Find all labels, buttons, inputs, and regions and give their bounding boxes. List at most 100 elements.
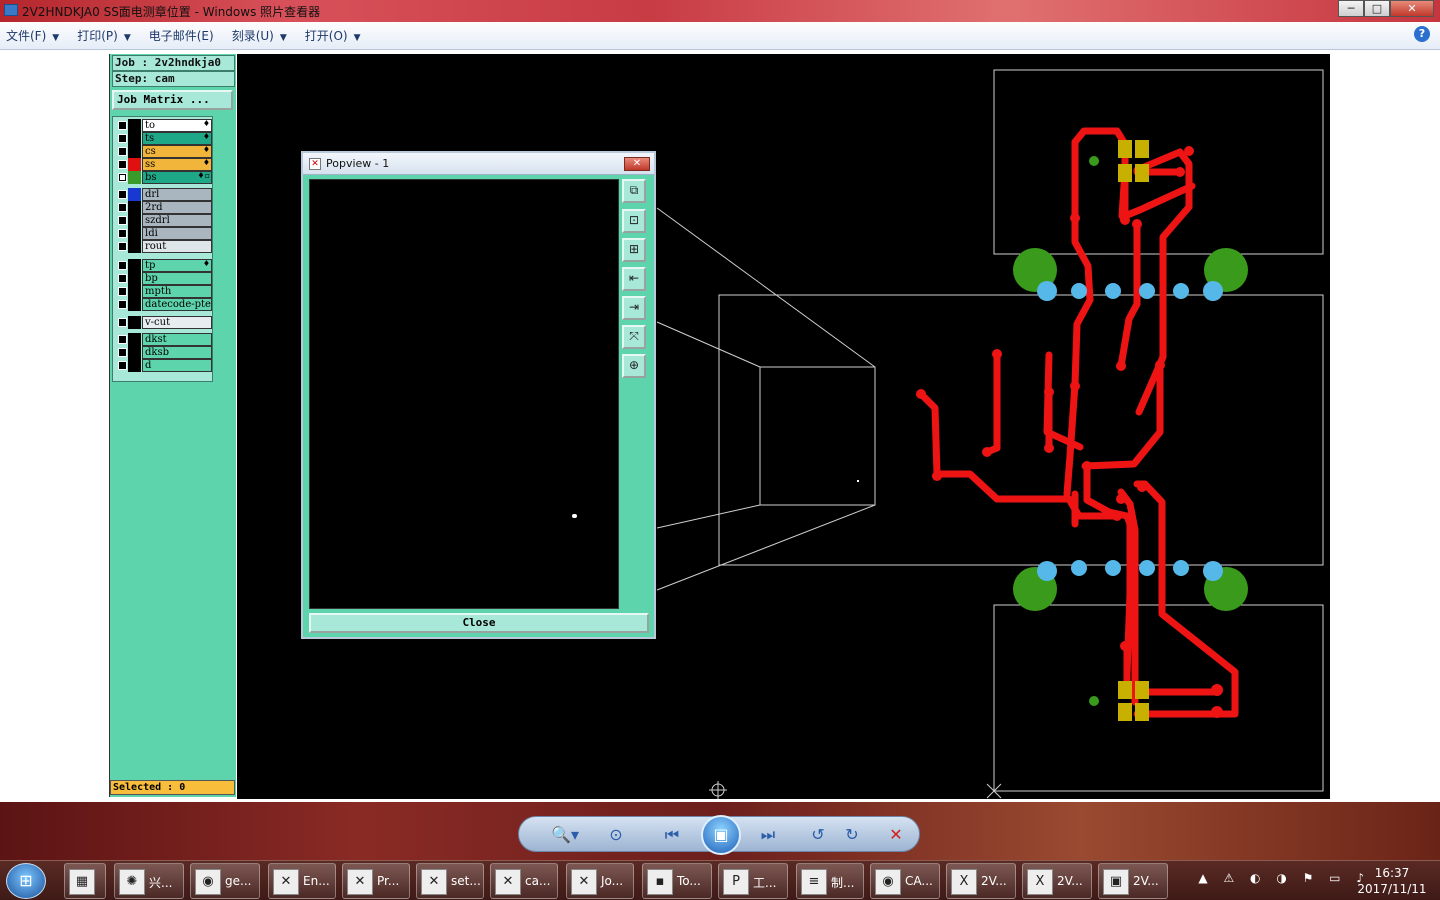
layer-row-dkst[interactable]: dkst (115, 333, 212, 346)
taskbar-button-6[interactable]: ✕ ca... (490, 863, 558, 899)
layer-row-bp[interactable]: bp (115, 272, 212, 285)
popview-canvas[interactable] (309, 179, 619, 609)
layer-name[interactable]: cs (142, 145, 212, 158)
layer-row-datecode-pte[interactable]: datecode-pte (115, 298, 212, 311)
layer-row-bs[interactable]: bs ♦▫ (115, 171, 212, 184)
taskbar-button-7[interactable]: ✕ Jo... (566, 863, 634, 899)
layer-row-tp[interactable]: tp ♦ (115, 259, 212, 272)
layer-row-ss[interactable]: ss ♦ (115, 158, 212, 171)
layer-checkbox[interactable] (118, 242, 127, 251)
slideshow-button[interactable]: ▣ (701, 815, 741, 855)
layer-checkbox[interactable] (118, 190, 127, 199)
zoom-right-icon[interactable]: ⇥ (622, 296, 646, 320)
taskbar-button-0[interactable]: ▦ (64, 863, 106, 899)
layer-checkbox[interactable] (118, 160, 127, 169)
layer-checkbox[interactable] (118, 203, 127, 212)
layer-checkbox[interactable] (118, 261, 127, 270)
layer-name[interactable]: datecode-pte (142, 298, 212, 311)
layer-checkbox[interactable] (118, 274, 127, 283)
layer-checkbox[interactable] (118, 348, 127, 357)
layer-row-dksb[interactable]: dksb (115, 346, 212, 359)
layer-row-2rd[interactable]: 2rd (115, 201, 212, 214)
menu-file[interactable]: 文件(F) ▼ (6, 27, 59, 44)
layer-name[interactable]: dkst (142, 333, 212, 346)
layer-row-rout[interactable]: rout (115, 240, 212, 253)
layer-name[interactable]: ldi (142, 227, 212, 240)
close-window-button[interactable]: ✕ (1390, 0, 1434, 17)
layer-checkbox[interactable] (118, 335, 127, 344)
layer-row-v-cut[interactable]: v-cut (115, 316, 212, 329)
zoom-bottom-icon[interactable]: ⊞ (622, 238, 646, 262)
layer-checkbox[interactable] (118, 147, 127, 156)
taskbar-button-11[interactable]: ◉ CA... (870, 863, 940, 899)
taskbar-button-5[interactable]: ✕ set... (416, 863, 484, 899)
previous-icon[interactable]: ⏮ (661, 825, 683, 845)
layer-row-cs[interactable]: cs ♦ (115, 145, 212, 158)
copy-view-icon[interactable]: ⧉ (622, 179, 646, 203)
layer-row-drl[interactable]: drl (115, 188, 212, 201)
layer-row-to[interactable]: to ♦ (115, 119, 212, 132)
layer-checkbox[interactable] (118, 121, 127, 130)
layer-name[interactable]: tp (142, 259, 212, 272)
popview-close-x[interactable]: ✕ (624, 157, 650, 171)
rotate-cw-icon[interactable]: ↻ (841, 825, 863, 845)
taskbar-button-8[interactable]: ▪ To... (642, 863, 712, 899)
clock[interactable]: 16:37 2017/11/11 (1352, 865, 1432, 897)
layer-row-ldi[interactable]: ldi (115, 227, 212, 240)
layer-name[interactable]: v-cut (142, 316, 212, 329)
layer-name[interactable]: mpth (142, 285, 212, 298)
zoom-top-icon[interactable]: ⊡ (622, 209, 646, 233)
actual-size-icon[interactable]: ⊙ (605, 825, 627, 845)
start-button[interactable]: ⊞ (6, 863, 46, 899)
layer-row-szdrl[interactable]: szdrl (115, 214, 212, 227)
zoom-fit-icon[interactable]: ⤧ (622, 325, 646, 349)
taskbar-button-2[interactable]: ◉ ge... (190, 863, 260, 899)
taskbar-button-3[interactable]: ✕ En... (268, 863, 336, 899)
next-icon[interactable]: ⏭ (757, 825, 779, 845)
taskbar-button-10[interactable]: ≡ 制... (796, 863, 864, 899)
zoom-icon[interactable]: 🔍▾ (547, 825, 583, 845)
layer-checkbox[interactable] (118, 287, 127, 296)
layer-row-ts[interactable]: ts ♦ (115, 132, 212, 145)
maximize-button[interactable]: □ (1364, 0, 1390, 17)
menu-burn[interactable]: 刻录(U) ▼ (232, 27, 287, 44)
minimize-button[interactable]: ─ (1338, 0, 1364, 17)
layer-checkbox[interactable] (118, 229, 127, 238)
system-tray[interactable]: ▲ ⚠ ◐ ◑ ⚑ ▭ ♪ (1198, 871, 1370, 885)
layer-name[interactable]: ss (142, 158, 212, 171)
taskbar-button-1[interactable]: ✺ 兴... (114, 863, 184, 899)
layer-name[interactable]: szdrl (142, 214, 212, 227)
layer-checkbox[interactable] (118, 318, 127, 327)
layer-row-mpth[interactable]: mpth (115, 285, 212, 298)
job-matrix-button[interactable]: Job Matrix ... (112, 90, 233, 110)
layer-name[interactable]: rout (142, 240, 212, 253)
layer-name[interactable]: dksb (142, 346, 212, 359)
menu-email[interactable]: 电子邮件(E) (149, 27, 214, 44)
layer-name[interactable]: d (142, 359, 212, 372)
layer-checkbox[interactable] (118, 361, 127, 370)
layer-name[interactable]: bp (142, 272, 212, 285)
taskbar-button-14[interactable]: ▣ 2V... (1098, 863, 1168, 899)
delete-icon[interactable]: ✕ (885, 825, 907, 845)
zoom-left-icon[interactable]: ⇤ (622, 267, 646, 291)
popview-titlebar[interactable]: ✕ Popview - 1 ✕ (303, 153, 654, 175)
menu-print[interactable]: 打印(P) ▼ (77, 27, 131, 44)
taskbar-button-13[interactable]: X 2V... (1022, 863, 1092, 899)
layer-name[interactable]: 2rd (142, 201, 212, 214)
help-icon[interactable]: ? (1414, 26, 1430, 42)
taskbar-button-9[interactable]: P 工... (718, 863, 788, 899)
taskbar-button-4[interactable]: ✕ Pr... (342, 863, 410, 899)
zoom-center-icon[interactable]: ⊕ (622, 354, 646, 378)
popview-close-button[interactable]: Close (309, 613, 649, 633)
layer-checkbox[interactable] (118, 216, 127, 225)
rotate-ccw-icon[interactable]: ↺ (807, 825, 829, 845)
layer-checkbox[interactable] (118, 300, 127, 309)
layer-name[interactable]: ts (142, 132, 212, 145)
layer-checkbox[interactable] (118, 173, 127, 182)
layer-name[interactable]: to (142, 119, 212, 132)
taskbar-button-12[interactable]: X 2V... (946, 863, 1016, 899)
menu-open[interactable]: 打开(O) ▼ (305, 27, 361, 44)
layer-row-d[interactable]: d (115, 359, 212, 372)
layer-name[interactable]: drl (142, 188, 212, 201)
layer-checkbox[interactable] (118, 134, 127, 143)
